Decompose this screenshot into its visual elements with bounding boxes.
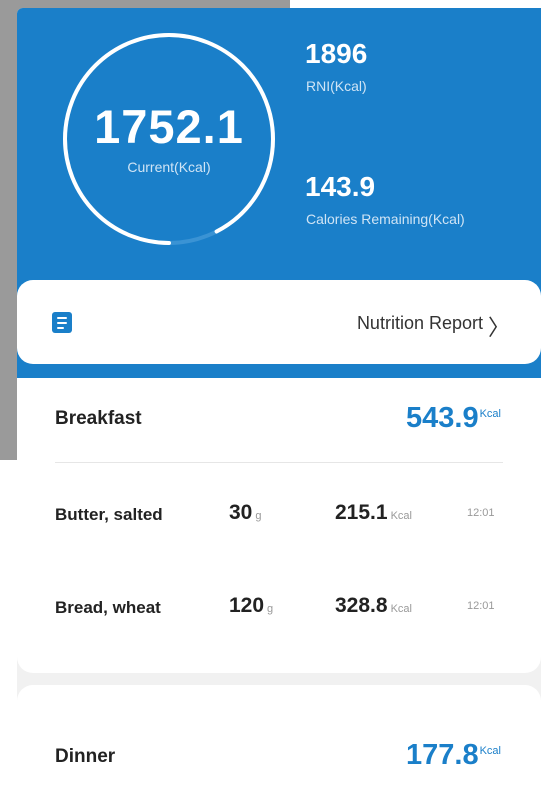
rni-label: RNI(Kcal) bbox=[306, 78, 367, 94]
meal-title: Dinner bbox=[55, 746, 116, 767]
food-calories: 215.1 Kcal bbox=[335, 501, 412, 524]
food-name: Bread, wheat bbox=[55, 598, 161, 617]
food-row[interactable]: Bread, wheat 120 g 328.8 Kcal 12:01 bbox=[17, 594, 541, 624]
current-calories-value: 1752.1 bbox=[94, 100, 244, 153]
food-row[interactable]: Butter, salted 30 g 215.1 Kcal 12:01 bbox=[17, 501, 541, 531]
food-name: Butter, salted bbox=[55, 505, 163, 524]
calorie-progress-ring: 1752.1 Current(Kcal) bbox=[61, 31, 277, 247]
meal-title: Breakfast bbox=[55, 408, 142, 429]
meal-total: 177.8Kcal bbox=[406, 739, 501, 771]
dinner-card[interactable]: Dinner 177.8Kcal bbox=[17, 685, 541, 796]
current-calories-label: Current(Kcal) bbox=[127, 159, 211, 175]
breakfast-card[interactable]: Breakfast 543.9Kcal Butter, salted 30 g 2… bbox=[17, 378, 541, 673]
food-time: 12:01 bbox=[467, 507, 495, 519]
food-calories: 328.8 Kcal bbox=[335, 594, 412, 617]
rni-value: 1896 bbox=[305, 38, 368, 69]
app-screen: 1752.1 Current(Kcal) 1896 RNI(Kcal) 143.… bbox=[17, 8, 541, 796]
document-icon bbox=[52, 312, 72, 333]
meal-total: 543.9Kcal bbox=[406, 402, 501, 434]
food-quantity: 120 g bbox=[229, 594, 274, 617]
food-time: 12:01 bbox=[467, 600, 495, 612]
remaining-value: 143.9 bbox=[305, 171, 376, 202]
remaining-label: Calories Remaining(Kcal) bbox=[306, 211, 465, 227]
nutrition-report-row[interactable]: Nutrition Report 〉 bbox=[17, 280, 541, 364]
chevron-right-icon: 〉 bbox=[488, 316, 511, 341]
nutrition-report-label: Nutrition Report bbox=[356, 313, 483, 333]
divider bbox=[55, 462, 503, 463]
food-quantity: 30 g bbox=[229, 501, 262, 524]
